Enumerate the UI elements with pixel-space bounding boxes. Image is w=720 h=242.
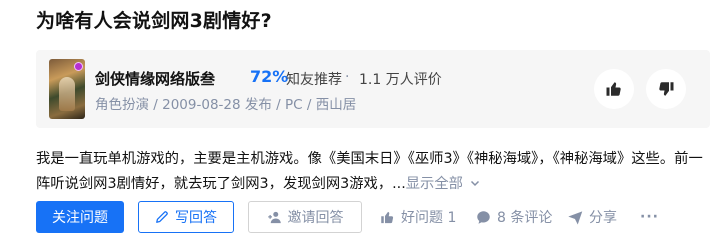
meta-separator: · <box>345 69 350 85</box>
comments-button[interactable]: 8 条评论 <box>476 201 552 233</box>
show-all-label: 显示全部 <box>405 176 463 192</box>
game-meta: 角色扮演 / 2009-08-28 发布 / PC / 西山居 <box>95 97 357 113</box>
pencil-icon <box>156 211 168 223</box>
paper-plane-icon <box>568 210 583 225</box>
thumbs-down-icon <box>659 82 674 96</box>
show-all-link[interactable]: 显示全部 <box>406 176 482 192</box>
game-cover-image[interactable] <box>49 59 85 119</box>
rating-count: 1.1 万人评价 <box>359 72 442 88</box>
follow-question-button[interactable]: 关注问题 <box>36 201 124 233</box>
good-question-button[interactable]: 好问题 1 <box>380 201 456 233</box>
recommend-label: 知友推荐 <box>286 72 342 88</box>
recommend-percent: 72% <box>250 67 289 86</box>
game-name[interactable]: 剑侠情缘网络版叁 <box>95 68 215 89</box>
comment-bubble-icon <box>477 210 490 224</box>
question-action-bar: 关注问题 写回答 邀请回答 好问题 1 8 条评论 分享 ··· <box>36 201 716 233</box>
thumbs-up-icon <box>381 211 394 223</box>
write-answer-label: 写回答 <box>175 210 217 226</box>
cover-figure <box>59 77 75 111</box>
answer-excerpt[interactable]: 我是一直玩单机游戏的，主要是主机游戏。像《美国末日》《巫师3》《神秘海域》，《神… <box>36 147 716 197</box>
chevron-down-icon <box>471 180 480 187</box>
thumbs-up-icon <box>606 82 621 96</box>
answer-excerpt-text: 我是一直玩单机游戏的，主要是主机游戏。像《美国末日》《巫师3》《神秘海域》，《神… <box>36 151 703 192</box>
write-answer-button[interactable]: 写回答 <box>138 201 234 233</box>
comments-label: 8 条评论 <box>497 210 553 226</box>
share-label: 分享 <box>589 210 617 226</box>
invite-answer-button[interactable]: 邀请回答 <box>248 201 362 233</box>
dislike-game-button[interactable] <box>646 69 686 109</box>
good-question-label: 好问题 1 <box>401 210 457 226</box>
share-button[interactable]: 分享 <box>568 201 617 233</box>
like-game-button[interactable] <box>594 69 634 109</box>
question-title[interactable]: 为啥有人会说剑网3剧情好? <box>36 6 272 33</box>
cover-badge <box>74 62 83 71</box>
more-options-button[interactable]: ··· <box>640 201 659 233</box>
invite-answer-label: 邀请回答 <box>287 210 344 226</box>
more-dots-icon: ··· <box>640 209 659 225</box>
add-user-icon <box>267 211 281 223</box>
game-card[interactable]: 剑侠情缘网络版叁 72% 知友推荐 · 1.1 万人评价 角色扮演 / 2009… <box>36 50 710 128</box>
